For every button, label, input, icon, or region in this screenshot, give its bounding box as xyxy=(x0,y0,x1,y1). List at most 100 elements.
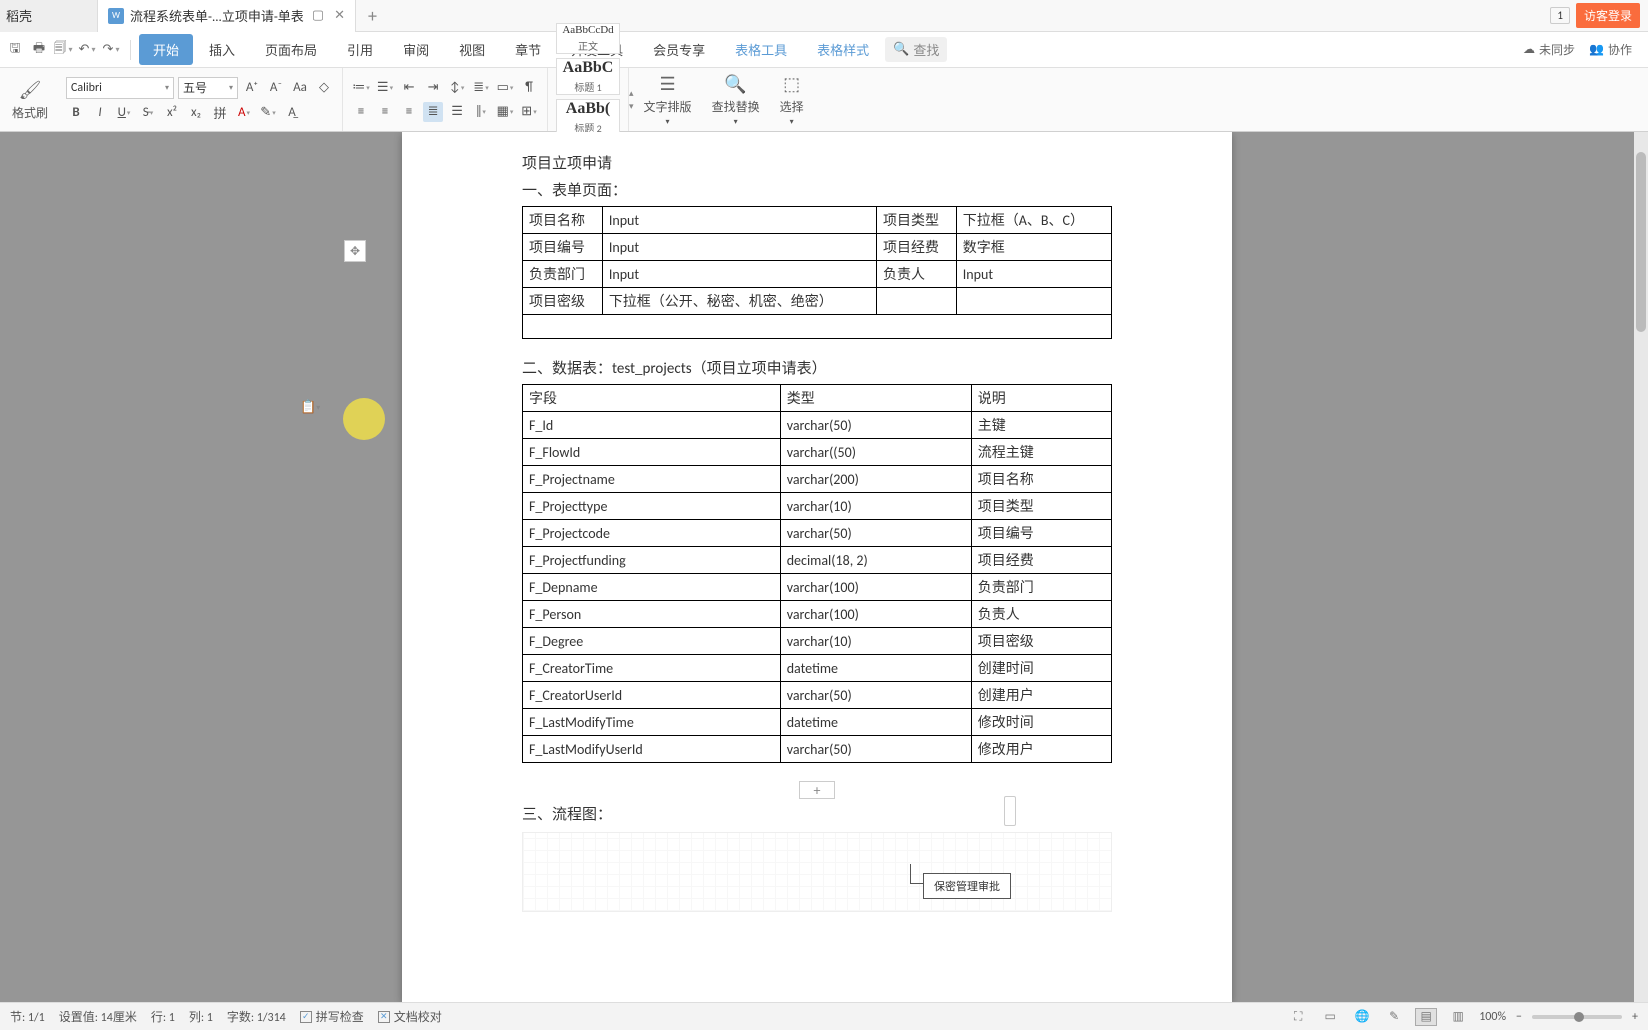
table-row[interactable]: F_Degreevarchar(10)项目密级 xyxy=(523,628,1112,655)
bullet-list-icon[interactable]: ≔ xyxy=(351,78,371,98)
zoom-thumb[interactable] xyxy=(1574,1012,1584,1022)
table-row[interactable]: 负责部门Input负责人Input xyxy=(523,261,1112,288)
table-row[interactable]: 项目密级下拉框（公开、秘密、机密、绝密） xyxy=(523,288,1112,315)
flowchart-area[interactable]: 保密管理审批 xyxy=(522,832,1112,912)
tab-insert[interactable]: 插入 xyxy=(195,34,249,65)
char-border-icon[interactable]: A̲ xyxy=(282,103,302,123)
proofread-toggle[interactable]: ✕文档校对 xyxy=(378,1008,442,1025)
table-row[interactable]: F_Projecttypevarchar(10)项目类型 xyxy=(523,493,1112,520)
vertical-scrollbar[interactable] xyxy=(1634,132,1648,1002)
status-col[interactable]: 列: 1 xyxy=(189,1008,213,1025)
table-row[interactable]: F_LastModifyUserIdvarchar(50)修改用户 xyxy=(523,736,1112,763)
db-table[interactable]: 字段类型说明F_Idvarchar(50)主键F_FlowIdvarchar((… xyxy=(522,384,1112,763)
notification-badge[interactable]: 1 xyxy=(1550,7,1570,24)
popout-icon[interactable]: ▢ xyxy=(312,8,324,23)
undo-icon[interactable]: ↶ xyxy=(76,39,98,61)
style-item[interactable]: AaBb(标题 2 xyxy=(556,99,620,136)
print-view-icon[interactable]: ▤ xyxy=(1415,1008,1437,1026)
line-spacing-icon[interactable]: ≣ xyxy=(471,78,491,98)
text-layout-button[interactable]: ☰文字排版▾ xyxy=(634,68,702,131)
shading-icon[interactable]: ▭ xyxy=(495,78,515,98)
table-row[interactable]: F_Depnamevarchar(100)负责部门 xyxy=(523,574,1112,601)
tab-chapter[interactable]: 章节 xyxy=(501,34,555,65)
table-row[interactable]: F_Personvarchar(100)负责人 xyxy=(523,601,1112,628)
print-icon[interactable]: 🖶 xyxy=(28,39,50,61)
align-right-icon[interactable]: ≡ xyxy=(399,102,419,122)
table-move-handle[interactable]: ✥ xyxy=(344,240,366,262)
spellcheck-toggle[interactable]: ✓拼写检查 xyxy=(300,1008,364,1025)
scrollbar-thumb[interactable] xyxy=(1636,152,1646,332)
table-row[interactable]: F_CreatorUserIdvarchar(50)创建用户 xyxy=(523,682,1112,709)
tab-table-style[interactable]: 表格样式 xyxy=(803,34,883,65)
table-row[interactable]: F_CreatorTimedatetime创建时间 xyxy=(523,655,1112,682)
tab-member[interactable]: 会员专享 xyxy=(639,34,719,65)
table-row[interactable] xyxy=(523,315,1112,339)
tab-view[interactable]: 视图 xyxy=(445,34,499,65)
para-marks-icon[interactable]: ¶ xyxy=(519,78,539,98)
tab-review[interactable]: 审阅 xyxy=(389,34,443,65)
search-box[interactable]: 🔍 查找 xyxy=(885,37,947,62)
web-view-icon[interactable]: 🌐 xyxy=(1351,1008,1373,1026)
indent-dec-icon[interactable]: ⇤ xyxy=(399,78,419,98)
border-icon[interactable]: ▦ xyxy=(495,102,515,122)
zoom-in-icon[interactable]: + xyxy=(1632,1010,1638,1024)
tab-reference[interactable]: 引用 xyxy=(333,34,387,65)
status-section[interactable]: 节: 1/1 xyxy=(10,1008,45,1025)
table-row[interactable]: 项目编号Input项目经费数字框 xyxy=(523,234,1112,261)
shrink-font-icon[interactable]: A⁻ xyxy=(266,78,286,98)
grow-font-icon[interactable]: A⁺ xyxy=(242,78,262,98)
table-row[interactable]: F_Idvarchar(50)主键 xyxy=(523,412,1112,439)
zoom-out-icon[interactable]: − xyxy=(1516,1010,1522,1024)
status-words[interactable]: 字数: 1/314 xyxy=(227,1008,286,1025)
redo-icon[interactable]: ↷ xyxy=(100,39,122,61)
table-row[interactable]: 项目名称Input项目类型下拉框（A、B、C） xyxy=(523,207,1112,234)
flow-node[interactable]: 保密管理审批 xyxy=(923,873,1011,899)
tab-table-tools[interactable]: 表格工具 xyxy=(721,34,801,65)
bold-icon[interactable]: B xyxy=(66,103,86,123)
align-left-icon[interactable]: ≡ xyxy=(351,102,371,122)
status-setval[interactable]: 设置值: 14厘米 xyxy=(59,1008,137,1025)
quick-print-icon[interactable]: 🗐 xyxy=(52,39,74,61)
add-tab-button[interactable]: + xyxy=(356,5,389,27)
number-list-icon[interactable]: ☰ xyxy=(375,78,395,98)
phonetic-icon[interactable]: 拼 xyxy=(210,103,230,123)
clear-format-icon[interactable]: ◇ xyxy=(314,78,334,98)
table-row[interactable]: F_Projectcodevarchar(50)项目编号 xyxy=(523,520,1112,547)
collab-button[interactable]: 👥协作 xyxy=(1589,41,1632,58)
tab-stops-icon[interactable]: ⊞ xyxy=(519,102,539,122)
status-row[interactable]: 行: 1 xyxy=(151,1008,175,1025)
align-center-icon[interactable]: ≡ xyxy=(375,102,395,122)
add-row-button[interactable]: + xyxy=(799,781,835,799)
italic-icon[interactable]: I xyxy=(90,103,110,123)
subscript-icon[interactable]: x₂ xyxy=(186,103,206,123)
zoom-slider[interactable] xyxy=(1532,1015,1622,1019)
highlight-icon[interactable]: ✎ xyxy=(258,103,278,123)
align-justify-icon[interactable]: ≣ xyxy=(423,102,443,122)
document-area[interactable]: 项目立项申请 一、表单页面： 项目名称Input项目类型下拉框（A、B、C）项目… xyxy=(0,132,1634,1002)
indent-inc-icon[interactable]: ⇥ xyxy=(423,78,443,98)
spacing-icon[interactable]: ‖ xyxy=(471,102,491,122)
strike-icon[interactable]: S̶ xyxy=(138,103,158,123)
read-view-icon[interactable]: ▭ xyxy=(1319,1008,1341,1026)
outline-view-icon[interactable]: ✎ xyxy=(1383,1008,1405,1026)
unsync-button[interactable]: ☁未同步 xyxy=(1523,41,1575,58)
home-tab[interactable]: 稻壳 xyxy=(0,0,98,32)
underline-icon[interactable]: U xyxy=(114,103,134,123)
sort-icon[interactable]: ↕ xyxy=(447,78,467,98)
align-distribute-icon[interactable]: ☰ xyxy=(447,102,467,122)
format-painter-button[interactable]: 🖌 格式刷 xyxy=(2,68,58,131)
table-row[interactable]: F_FlowIdvarchar((50)流程主键 xyxy=(523,439,1112,466)
save-icon[interactable]: 🖫 xyxy=(4,39,26,61)
close-tab-icon[interactable]: ✕ xyxy=(334,8,345,23)
zoom-value[interactable]: 100% xyxy=(1479,1010,1506,1024)
change-case-icon[interactable]: Aa xyxy=(290,78,310,98)
guest-login-button[interactable]: 访客登录 xyxy=(1576,3,1640,28)
font-name-select[interactable]: Calibri xyxy=(66,77,174,99)
superscript-icon[interactable]: x² xyxy=(162,103,182,123)
select-button[interactable]: ⬚选择▾ xyxy=(770,68,814,131)
font-color-icon[interactable]: A xyxy=(234,103,254,123)
table-header-row[interactable]: 字段类型说明 xyxy=(523,385,1112,412)
paste-options-button[interactable]: 📋▾ xyxy=(300,400,320,415)
font-size-select[interactable]: 五号 xyxy=(178,77,238,99)
tab-page-layout[interactable]: 页面布局 xyxy=(251,34,331,65)
